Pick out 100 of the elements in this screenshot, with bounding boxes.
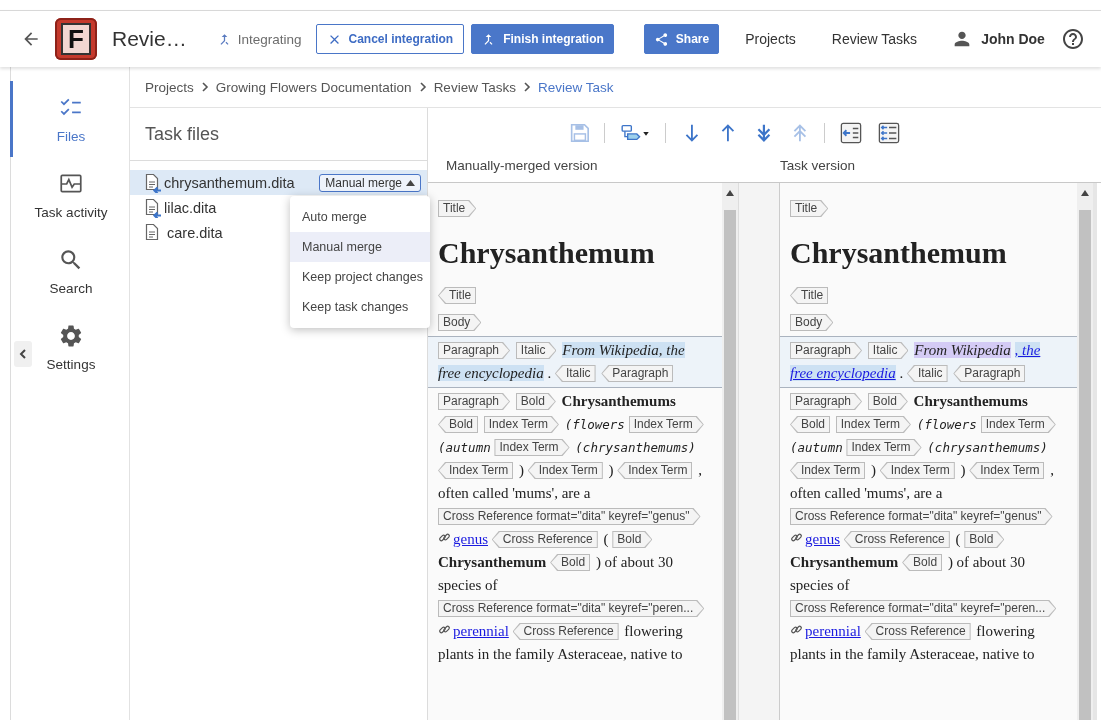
element-tag: Index Term: [980, 416, 1056, 433]
document-text: (chrysanthemums): [927, 440, 1048, 455]
element-tag: Bold: [550, 554, 591, 571]
share-button[interactable]: Share: [643, 24, 720, 54]
element-tag: Index Term: [494, 439, 570, 456]
element-tag: Cross Reference format="dita" keyref="peren...: [790, 600, 1057, 617]
element-tag: Paragraph: [790, 342, 863, 359]
document-text: (: [603, 531, 609, 547]
menu-item[interactable]: Keep project changes: [290, 262, 430, 292]
pane-title: Task version: [780, 158, 856, 173]
document-text: species of: [438, 577, 498, 593]
document-text: (chrysanthemums): [575, 440, 696, 455]
document-text: ,: [1050, 462, 1054, 478]
nav-link[interactable]: Review Tasks: [831, 31, 918, 47]
menu-item[interactable]: Keep task changes: [290, 292, 430, 322]
document-text: ): [518, 462, 524, 478]
document-link[interactable]: genus: [453, 528, 488, 551]
document-text: often called 'mums', are a: [438, 485, 591, 501]
element-tag: Italic: [554, 365, 596, 382]
sidebar-item[interactable]: Search: [10, 233, 129, 309]
document-text: often called 'mums', are a: [790, 485, 943, 501]
element-tag: Cross Reference: [864, 623, 971, 640]
document-link[interactable]: perennial: [805, 620, 861, 643]
element-tag: Index Term: [483, 416, 559, 433]
document-text: Chrysanthemums: [913, 393, 1028, 409]
nav-link[interactable]: Projects: [745, 31, 796, 47]
element-tag: Bold: [438, 416, 479, 433]
element-tag: Cross Reference: [843, 531, 950, 548]
document-heading: Chrysanthemum: [790, 235, 1007, 271]
element-tag: Bold: [867, 393, 908, 410]
merge-mode-dropdown[interactable]: Manual merge: [319, 173, 421, 192]
element-tag: Cross Reference format="dita" keyref="genus": [438, 508, 701, 525]
menu-item[interactable]: Manual merge: [290, 232, 430, 262]
element-tag: Cross Reference: [512, 623, 619, 640]
element-tag: Title: [790, 200, 829, 217]
document-text: Chrysanthemums: [561, 393, 676, 409]
document-text: (autumn: [790, 440, 843, 455]
finish-button[interactable]: Finish integration: [471, 24, 614, 54]
document-text: ) of about 30: [947, 554, 1025, 570]
document-text: ): [608, 462, 614, 478]
element-tag: Paragraph: [438, 342, 511, 359]
document-text: (flowers: [564, 417, 625, 432]
document-text: From Wikipedia: [914, 342, 1011, 358]
breadcrumb-link[interactable]: Review Task: [537, 79, 614, 95]
document-link[interactable]: perennial: [453, 620, 509, 643]
element-tag: Index Term: [969, 462, 1045, 479]
pane-title: Manually-merged version: [445, 158, 599, 173]
element-tag: Body: [438, 314, 482, 331]
element-tag: Cross Reference: [491, 531, 598, 548]
file-row[interactable]: chrysanthemum.dita Manual merge: [130, 170, 427, 195]
document-text: plants in the family Asteraceae, native to: [790, 646, 1035, 662]
element-tag: Index Term: [879, 462, 955, 479]
element-tag: Bold: [515, 393, 556, 410]
element-tag: Title: [438, 287, 477, 304]
document-text: free encyclopedia: [438, 365, 544, 381]
element-tag: Index Term: [438, 462, 514, 479]
document-text: species of: [790, 577, 850, 593]
element-tag: Title: [790, 287, 829, 304]
document-text: plants in the family Asteraceae, native to: [438, 646, 683, 662]
file-name: care.dita: [167, 224, 223, 241]
element-tag: Index Term: [790, 462, 866, 479]
element-tag: Index Term: [846, 439, 922, 456]
element-tag: Index Term: [527, 462, 603, 479]
element-tag: Bold: [902, 554, 943, 571]
breadcrumb-link[interactable]: Growing Flowers Documentation: [215, 79, 412, 95]
element-tag: Body: [790, 314, 834, 331]
page-title: Revie…: [112, 27, 187, 51]
document-text: From Wikipedia, the: [562, 342, 685, 358]
document-text: flowering: [976, 623, 1035, 639]
element-tag: Italic: [867, 342, 909, 359]
element-tag: Paragraph: [438, 393, 511, 410]
user-name[interactable]: John Doe: [981, 31, 1045, 47]
document-text: (: [955, 531, 961, 547]
sidebar-item[interactable]: Settings: [10, 309, 129, 385]
sidebar-item[interactable]: Files: [10, 81, 129, 157]
document-text: flowering: [624, 623, 683, 639]
file-name: chrysanthemum.dita: [164, 174, 295, 191]
element-tag: Index Term: [835, 416, 911, 433]
element-tag: Paragraph: [601, 365, 674, 382]
sidebar-item[interactable]: Task activity: [10, 157, 129, 233]
status-label: Integrating: [237, 31, 302, 47]
breadcrumb-link[interactable]: Review Tasks: [433, 79, 516, 95]
cancel-button[interactable]: Cancel integration: [315, 24, 465, 54]
menu-item[interactable]: Auto merge: [290, 202, 430, 232]
document-text: (flowers: [916, 417, 977, 432]
document-link[interactable]: , the: [1014, 342, 1041, 358]
app-logo: F: [55, 18, 97, 60]
element-tag: Paragraph: [953, 365, 1026, 382]
element-tag: Cross Reference format="dita" keyref="genus": [790, 508, 1053, 525]
document-link[interactable]: free encyclopedia: [790, 365, 896, 381]
breadcrumb-link[interactable]: Projects: [145, 79, 194, 95]
document-text: Chrysanthemum: [438, 554, 547, 570]
element-tag: Title: [438, 200, 477, 217]
element-tag: Italic: [906, 365, 948, 382]
document-link[interactable]: genus: [805, 528, 840, 551]
element-tag: Bold: [612, 531, 653, 548]
document-text: ) of about 30: [595, 554, 673, 570]
document-text: (autumn: [438, 440, 491, 455]
element-tag: Bold: [790, 416, 831, 433]
element-tag: Cross Reference format="dita" keyref="peren...: [438, 600, 705, 617]
